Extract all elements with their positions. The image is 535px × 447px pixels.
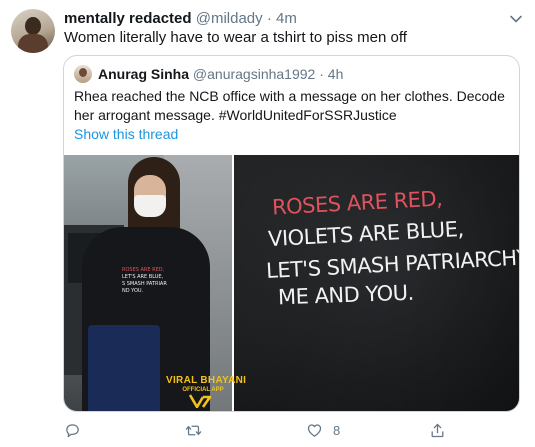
like-button[interactable]: 8 [306,420,340,440]
watermark-logo-icon [188,394,212,408]
photo-woman-in-tshirt[interactable]: ROSES ARE RED, LET'S ARE BLUE, S SMASH P… [64,155,232,411]
quoted-author-avatar[interactable] [74,65,92,83]
small-shirt-line: LET'S ARE BLUE, [122,274,164,280]
show-thread-link[interactable]: Show this thread [74,125,178,144]
author-name[interactable]: mentally redacted [64,10,192,27]
like-count: 8 [333,422,341,438]
avatar-body [18,34,48,53]
reply-button[interactable] [64,420,81,440]
tweet-timestamp[interactable]: 4m [276,10,297,27]
heart-icon [307,423,322,437]
author-avatar[interactable] [11,9,55,53]
more-options-button[interactable] [508,11,524,27]
author-handle[interactable]: @mildady [196,10,263,27]
photo-watermark: VIRAL BHAYANI OFFICIAL APP [166,375,247,411]
share-icon [431,423,444,437]
media-grid: ROSES ARE RED, LET'S ARE BLUE, S SMASH P… [64,155,519,411]
retweet-icon [185,425,202,435]
photo-shirt-print: ROSES ARE RED, LET'S ARE BLUE, S SMASH P… [122,267,192,295]
photo-face-mask [134,195,166,217]
tweet-text: Women literally have to wear a tshirt to… [64,29,407,46]
small-shirt-line: ND YOU. [122,288,144,294]
photo-blue-bag [88,325,160,411]
tweet[interactable]: mentally redacted @mildady · 4m Women li… [0,0,535,447]
header-separator: · [266,10,272,27]
watermark-subtitle: OFFICIAL APP [182,387,224,393]
quoted-tweet-text: Rhea reached the NCB office with a messa… [74,88,505,123]
quoted-tweet[interactable]: Anurag Sinha @anuragsinha1992 · 4h Rhea … [63,55,520,412]
quoted-avatar-face [79,68,87,77]
retweet-button[interactable] [185,420,202,440]
small-shirt-line: S SMASH PATRIAR [122,281,167,287]
small-shirt-line: ROSES ARE RED, [122,267,165,273]
quoted-author-name[interactable]: Anurag Sinha [98,66,189,82]
quoted-header-separator: · [319,66,324,82]
reply-icon [66,423,79,437]
tweet-header: mentally redacted @mildady · 4m [64,10,297,28]
share-button[interactable] [429,420,446,440]
quoted-author-handle[interactable]: @anuragsinha1992 [193,66,315,82]
tweet-actions: 8 [64,420,524,440]
quoted-tweet-timestamp[interactable]: 4h [328,66,344,82]
watermark-title: VIRAL BHAYANI [166,375,247,386]
quoted-tweet-header: Anurag Sinha @anuragsinha1992 · 4h [98,66,343,83]
avatar-head [25,17,41,35]
photo-tshirt-closeup[interactable]: ROSES ARE RED, VIOLETS ARE BLUE, LET'S S… [234,155,519,411]
chevron-down-icon [510,15,522,23]
shirt-line-4: ME AND YOU. [277,280,415,310]
